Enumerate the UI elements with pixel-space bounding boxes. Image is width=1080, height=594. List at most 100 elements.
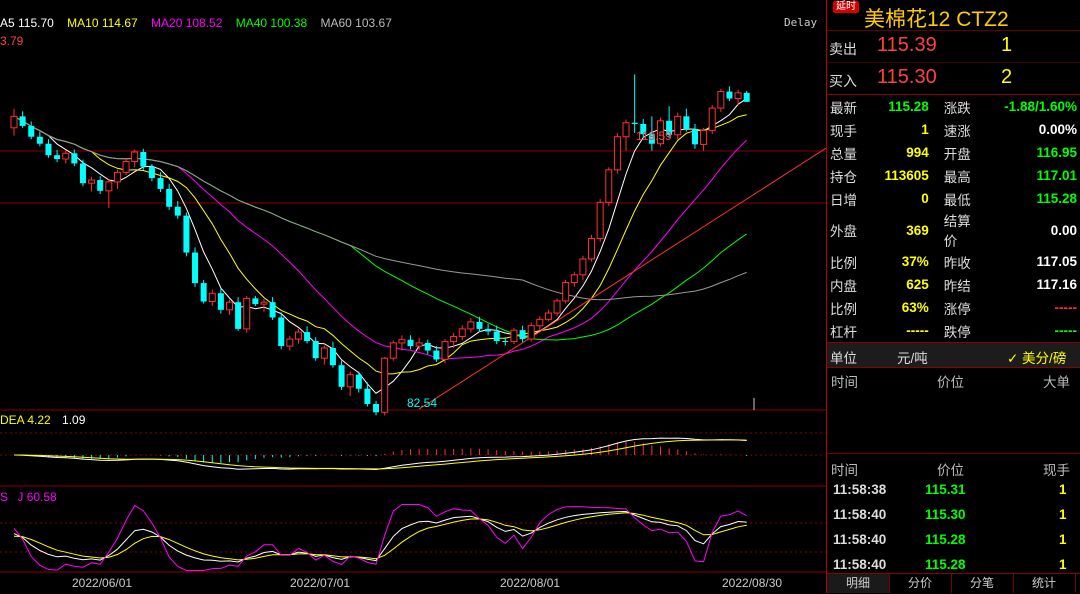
kdj-legend: S J 60.58 <box>0 490 57 504</box>
bid-row[interactable]: 买入 115.30 2 <box>827 63 1080 95</box>
stats-row: 日增 0 最低 115.28 <box>827 187 1080 210</box>
unit-row[interactable]: 单位 元/吨 ✓ 美分/磅 <box>827 342 1080 368</box>
candle-body <box>389 342 397 359</box>
ma20-legend: MA20 108.52 <box>151 16 223 30</box>
candle-body <box>166 188 173 207</box>
stat-label: 内盘 <box>830 278 857 294</box>
date-label-jul: 2022/07/01 <box>290 576 351 590</box>
candle-body <box>174 206 181 216</box>
candle-body <box>510 329 518 343</box>
candle-body <box>605 169 613 203</box>
stat-label: 外盘 <box>830 224 857 239</box>
candle-body <box>36 136 43 144</box>
candle-body <box>373 404 380 413</box>
stat-value: 369 <box>906 222 929 238</box>
candle-body <box>286 338 294 347</box>
candle-body <box>140 152 147 167</box>
stats-row: 杠杆 ----- 跌停 ----- <box>827 319 1080 342</box>
tab-price-dist[interactable]: 分价 <box>889 574 952 593</box>
tick-size: 1 <box>1059 482 1067 497</box>
candle-body <box>269 302 276 318</box>
tick-time: 11:58:38 <box>833 482 887 497</box>
macd-legend: DEA 4.22 1.09 <box>0 413 85 427</box>
stats-row: 持仓 113605 最高 117.01 <box>827 164 1080 187</box>
tick-row[interactable]: 11:58:40 115.30 1 <box>827 503 1080 528</box>
candle-body <box>726 91 733 99</box>
ma60-legend: MA60 103.67 <box>320 16 392 30</box>
candle-body <box>217 293 224 310</box>
stat-label: 跌停 <box>943 324 971 340</box>
candle-body <box>113 171 121 183</box>
candle-body <box>122 161 130 173</box>
candle-body <box>329 348 336 366</box>
contract-title: 美棉花12 CTZ2 <box>864 8 1009 31</box>
stats-row: 最新 115.28 涨跌 -1.88/1.60% <box>827 95 1080 118</box>
candle-body <box>54 155 61 159</box>
candle-body <box>536 318 544 327</box>
panel-tabs: 明细 分价 分笔 统计 <box>827 573 1080 594</box>
candle-body <box>502 341 509 342</box>
candle-body <box>235 302 242 329</box>
stat-value: 37% <box>901 254 929 269</box>
stat-value: 115.28 <box>888 99 929 114</box>
tick-time: 11:58:40 <box>833 557 887 572</box>
candle-body <box>450 336 458 343</box>
tick-price: 115.31 <box>925 482 966 497</box>
bid-volume: 2 <box>1001 66 1013 88</box>
tick-price: 115.28 <box>925 557 966 572</box>
stat-label: 持仓 <box>830 169 857 185</box>
date-label-aug30: 2022/08/30 <box>722 576 783 590</box>
kline-chart[interactable]: A5 115.70 MA10 114.67 MA20 108.52 MA40 1… <box>0 0 826 593</box>
stat-value: ----- <box>1054 300 1077 315</box>
unit-value: 元/吨 <box>897 351 928 366</box>
candle-body <box>734 92 742 100</box>
candle-body <box>407 339 414 347</box>
candle-body <box>364 388 371 404</box>
stat-label: 涨跌 <box>943 100 971 116</box>
stat-label: 最新 <box>830 100 857 116</box>
book-area <box>827 390 1080 454</box>
tick-price: 115.30 <box>925 507 966 522</box>
book-header: 时间 价位 大单 <box>827 368 1080 390</box>
tick-size: 1 <box>1059 507 1067 522</box>
currency-toggle[interactable]: ✓ 美分/磅 <box>1007 347 1066 367</box>
stat-label: 结算价 <box>943 214 971 249</box>
tick-row[interactable]: 11:58:40 115.28 1 <box>827 528 1080 553</box>
kline-chart-canvas[interactable] <box>0 0 826 593</box>
candle-body <box>10 115 18 129</box>
stat-label: 昨结 <box>943 278 971 294</box>
candle-body <box>631 122 638 124</box>
candle-body <box>192 252 199 284</box>
ticks-header-size: 现手 <box>1043 463 1070 478</box>
candle-body <box>304 332 311 341</box>
candle-body <box>28 125 35 137</box>
candle-body <box>148 166 155 179</box>
dif-line <box>13 437 747 471</box>
candle-body <box>467 321 475 330</box>
ask-row[interactable]: 卖出 115.39 1 <box>827 31 1080 63</box>
ticks-list[interactable]: 11:58:38 115.31 1 11:58:40 115.30 1 11:58:40 11… <box>827 478 1080 578</box>
ma40-legend: MA40 100.38 <box>235 16 308 30</box>
candle-body <box>79 163 86 184</box>
title-bar: 延时 美棉花12 CTZ2 <box>827 0 1080 31</box>
candle-body <box>476 321 483 329</box>
stats-row: 现手 1 速涨 0.00% <box>827 118 1080 141</box>
candle-body <box>519 330 526 340</box>
tab-stats[interactable]: 统计 <box>1013 574 1076 593</box>
tab-tick[interactable]: 分笔 <box>951 574 1014 593</box>
tab-detail[interactable]: 明细 <box>827 574 890 593</box>
stat-value: 1 <box>921 122 929 137</box>
candle-body <box>493 331 500 341</box>
candle-body <box>613 136 621 171</box>
tick-row[interactable]: 11:58:38 115.31 1 <box>827 478 1080 503</box>
trend-line <box>418 147 826 410</box>
candle-body <box>312 341 319 359</box>
stat-value: ----- <box>1054 323 1077 338</box>
candle-body <box>596 201 604 240</box>
candle-body <box>588 238 596 260</box>
high-price-label: 119.59 <box>636 129 672 143</box>
book-header-time: 时间 <box>831 375 858 390</box>
candle-body <box>398 339 406 344</box>
candle-body <box>88 179 96 184</box>
stats-table: 最新 115.28 涨跌 -1.88/1.60% 现手 1 速涨 0.00% 总量 994 开盘 11… <box>827 95 1080 342</box>
